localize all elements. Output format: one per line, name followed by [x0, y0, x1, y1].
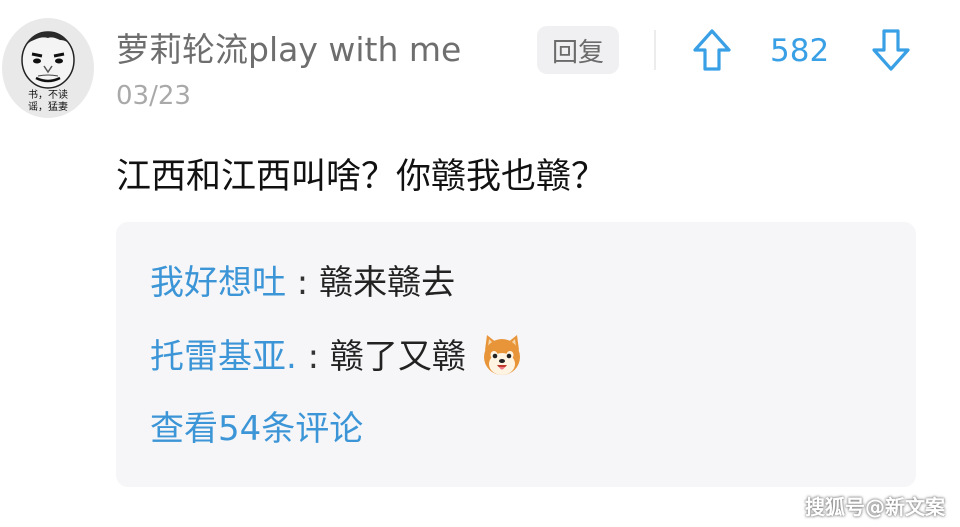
view-more-comments-link[interactable]: 查看54条评论: [150, 406, 363, 452]
username[interactable]: 萝莉轮流play with me: [116, 28, 461, 72]
divider: [654, 30, 656, 70]
comment-date: 03/23: [116, 81, 191, 111]
reply-author[interactable]: 我好想吐: [150, 263, 286, 303]
reply-separator: :: [286, 263, 320, 303]
reply-button[interactable]: 回复: [537, 26, 619, 74]
reply-text: 赣来赣去: [319, 263, 456, 303]
reply-text: 赣了又赣: [329, 337, 466, 377]
reply-separator: :: [296, 337, 330, 377]
downvote-button[interactable]: [869, 26, 913, 74]
comment-screen: 书，不读 谣，猛妻 萝莉轮流play with me 03/23 回复 582 …: [0, 0, 960, 527]
shiba-dog-emoji-icon: [483, 334, 520, 375]
arrow-down-icon: [872, 29, 910, 71]
replies-box[interactable]: 我好想吐 : 赣来赣去 托雷基亚. : 赣了又赣 查看54条评论: [116, 222, 916, 487]
arrow-up-icon: [693, 29, 731, 71]
reply-item[interactable]: 托雷基亚. : 赣了又赣: [150, 334, 525, 382]
avatar-caption: 书，不读 谣，猛妻: [28, 90, 68, 113]
reply-author[interactable]: 托雷基亚.: [150, 337, 297, 377]
watermark: 搜狐号@新文案: [805, 495, 945, 519]
vote-count: 582: [770, 33, 830, 69]
reply-item[interactable]: 我好想吐 : 赣来赣去: [150, 260, 455, 306]
upvote-button[interactable]: [690, 26, 734, 74]
avatar[interactable]: 书，不读 谣，猛妻: [2, 18, 94, 118]
comment-body: 江西和江西叫啥？你赣我也赣？: [116, 157, 607, 197]
